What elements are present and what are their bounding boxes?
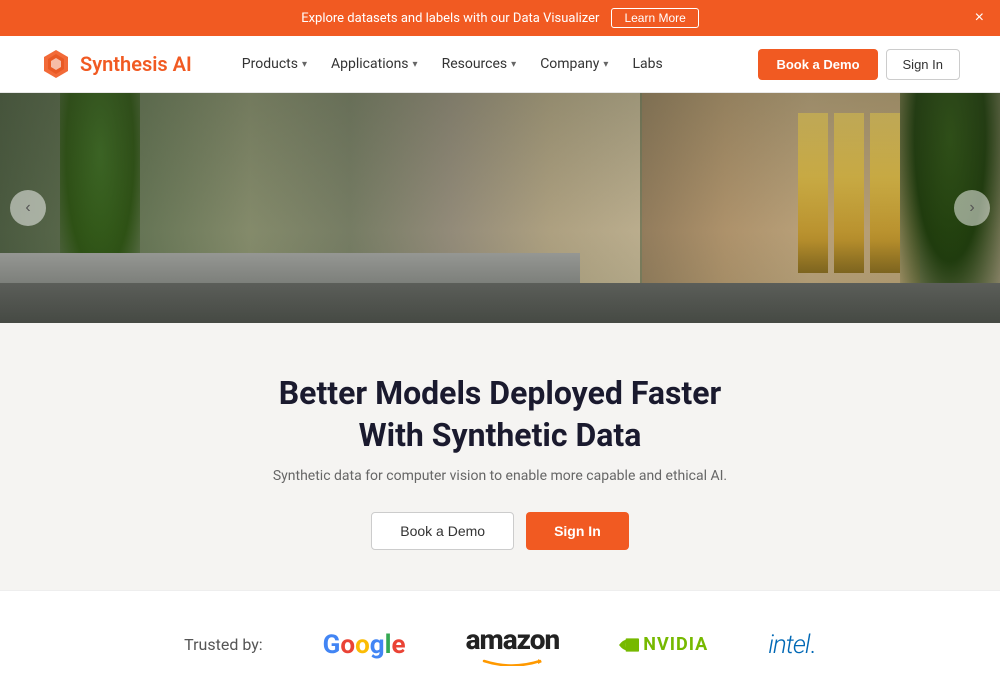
amazon-logo: amazon [466, 623, 560, 666]
hero-overlay [0, 93, 1000, 323]
intel-logo: intel. [768, 630, 816, 660]
carousel-next-button[interactable]: › [954, 190, 990, 226]
hero-image: ‹ › [0, 93, 1000, 323]
nav-products[interactable]: Products ▾ [232, 50, 317, 78]
products-chevron-icon: ▾ [302, 59, 307, 70]
nvidia-logo: NVIDIA [619, 634, 708, 655]
applications-chevron-icon: ▾ [413, 59, 418, 70]
hero-text-section: Better Models Deployed Faster With Synth… [0, 323, 1000, 590]
company-chevron-icon: ▾ [603, 59, 608, 70]
carousel-prev-button[interactable]: ‹ [10, 190, 46, 226]
nav-sign-in-button[interactable]: Sign In [886, 49, 960, 80]
hero-background [0, 93, 1000, 323]
nav-links: Products ▾ Applications ▾ Resources ▾ Co… [232, 50, 735, 78]
hero-buttons: Book a Demo Sign In [20, 512, 980, 550]
hero-subtitle: Synthetic data for computer vision to en… [20, 468, 980, 484]
nav-resources[interactable]: Resources ▾ [432, 50, 527, 78]
navbar: Synthesis AI Products ▾ Applications ▾ R… [0, 36, 1000, 93]
resources-chevron-icon: ▾ [511, 59, 516, 70]
banner-close-button[interactable]: × [975, 10, 984, 26]
nav-book-demo-button[interactable]: Book a Demo [758, 49, 877, 80]
nav-cta-area: Book a Demo Sign In [758, 49, 960, 80]
hero-sign-in-button[interactable]: Sign In [526, 512, 629, 550]
top-banner: Explore datasets and labels with our Dat… [0, 0, 1000, 36]
hero-title: Better Models Deployed Faster With Synth… [20, 373, 980, 456]
trusted-label: Trusted by: [184, 635, 263, 654]
nvidia-eye-icon [619, 635, 639, 655]
logo-text: Synthesis AI [80, 52, 192, 76]
amazon-arrow-icon [482, 656, 542, 666]
logo-icon [40, 48, 72, 80]
banner-learn-more-button[interactable]: Learn More [611, 8, 698, 28]
trusted-by-section: Trusted by: Google amazon NVIDIA intel. [0, 590, 1000, 698]
nav-labs[interactable]: Labs [622, 50, 672, 78]
logo[interactable]: Synthesis AI [40, 48, 192, 80]
google-logo: Google [323, 630, 406, 660]
hero-book-demo-button[interactable]: Book a Demo [371, 512, 514, 550]
banner-text: Explore datasets and labels with our Dat… [301, 11, 599, 26]
nav-applications[interactable]: Applications ▾ [321, 50, 428, 78]
nav-company[interactable]: Company ▾ [530, 50, 618, 78]
